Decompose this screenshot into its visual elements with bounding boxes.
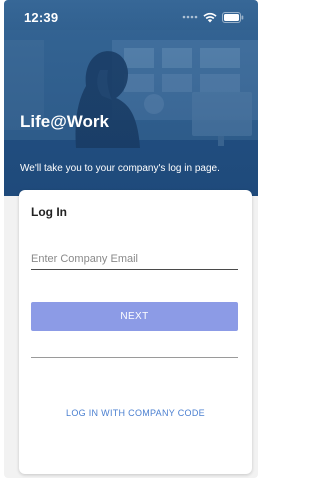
next-button[interactable]: NEXT	[31, 302, 238, 331]
hero-banner: 12:39 Life@Work We'll take you to your c…	[4, 0, 258, 196]
status-bar: 12:39	[4, 0, 258, 34]
wifi-icon	[203, 12, 217, 22]
divider	[31, 357, 238, 358]
signal-dots-icon	[182, 15, 198, 19]
app-screen: 12:39 Life@Work We'll take you to your c…	[4, 0, 258, 478]
login-heading: Log In	[31, 205, 67, 219]
battery-icon	[222, 11, 244, 23]
login-with-company-code-link[interactable]: LOG IN WITH COMPANY CODE	[19, 408, 252, 418]
hero-subtitle: We'll take you to your company's log in …	[20, 163, 220, 174]
status-time: 12:39	[24, 9, 59, 25]
login-card: Log In NEXT LOG IN WITH COMPANY CODE	[19, 190, 252, 474]
app-title: Life@Work	[20, 112, 109, 131]
status-icons	[182, 11, 244, 23]
company-email-field[interactable]	[31, 248, 238, 270]
